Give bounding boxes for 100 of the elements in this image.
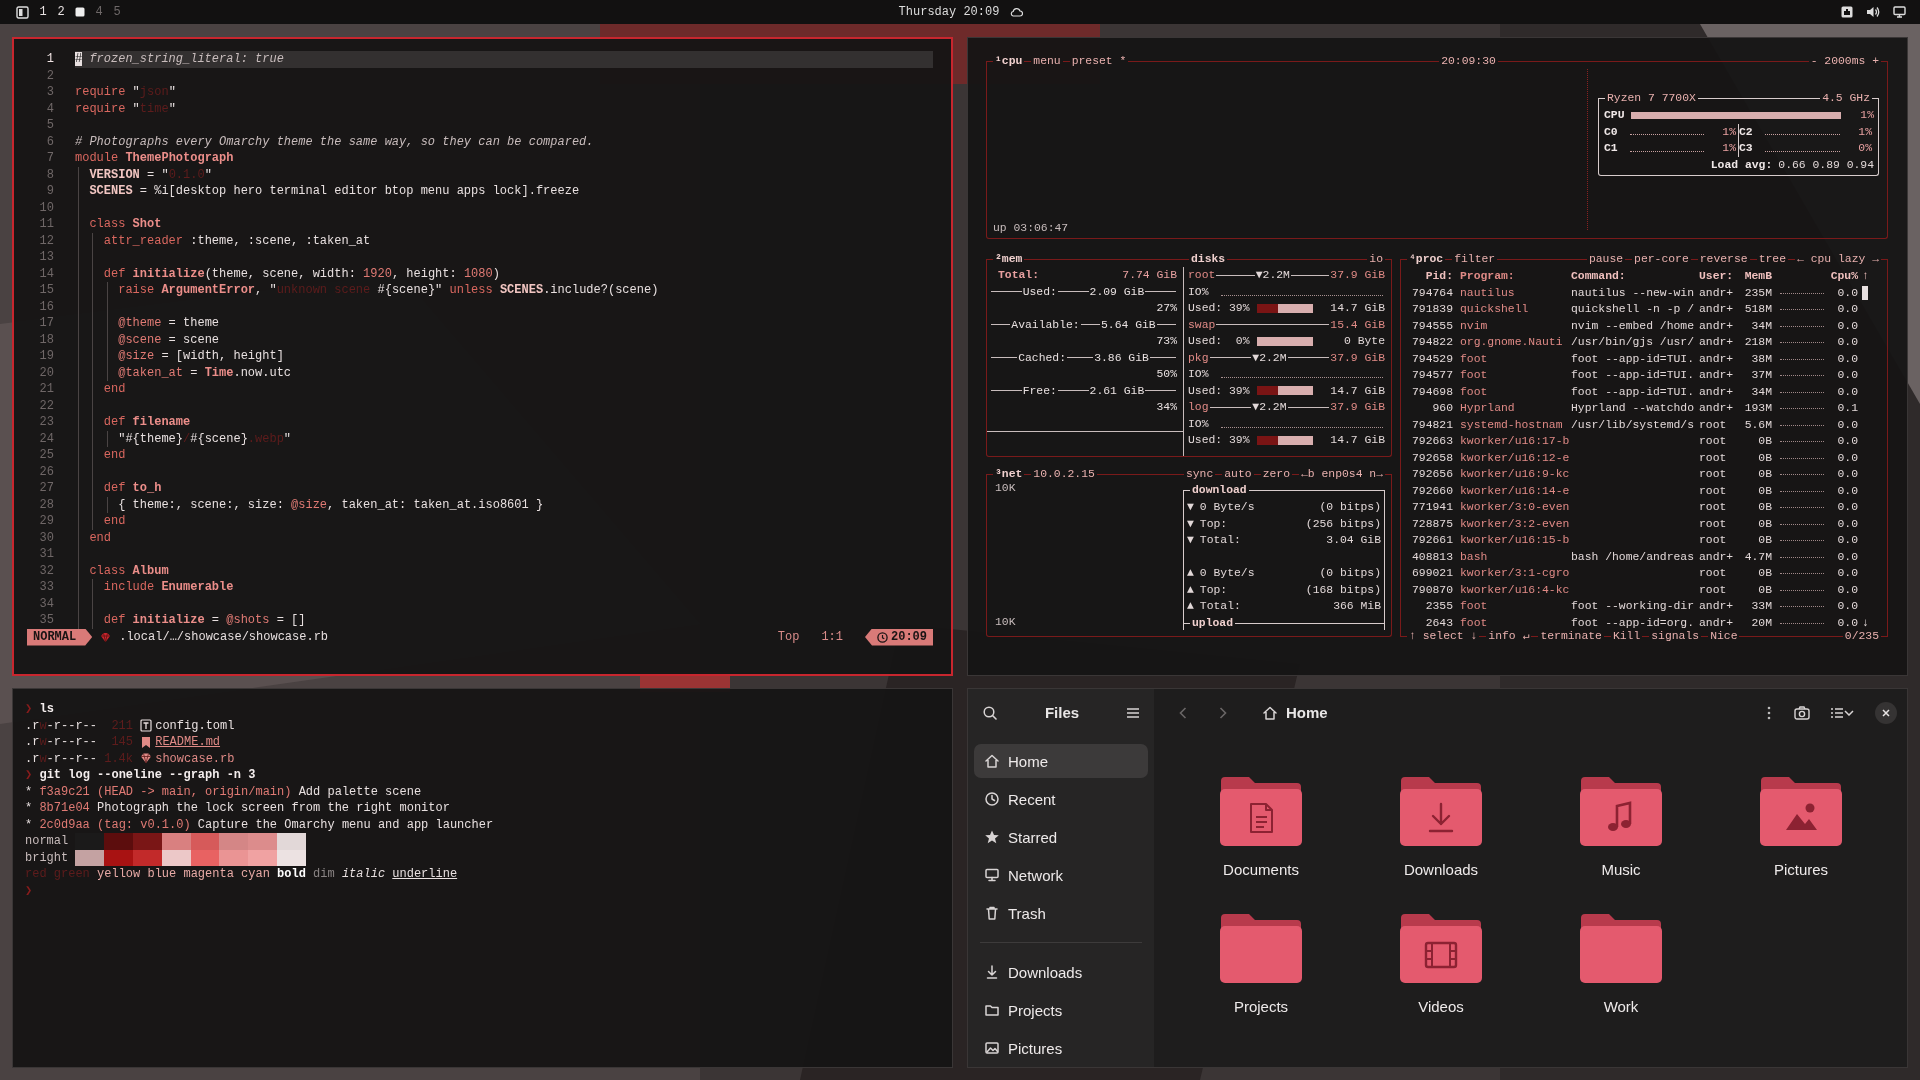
user-cell-text: andr+: [1698, 384, 1735, 400]
more-options-icon[interactable]: [1767, 705, 1771, 720]
action-button[interactable]: terminate: [1538, 629, 1604, 644]
code-line: # Photographs every Omarchy theme the same way, so they can be compared.: [75, 134, 594, 149]
folder-name[interactable]: Downloads: [1403, 861, 1479, 879]
net-option[interactable]: zero: [1260, 467, 1292, 482]
line-number: 4: [45, 100, 54, 117]
permissions-text: .rw-r--r--: [25, 717, 98, 734]
sidebar-item[interactable]: Home: [974, 744, 1148, 778]
action-button[interactable]: ↑ select ↓: [1407, 629, 1480, 644]
cpu-model: Ryzen 7 7700X: [1606, 91, 1697, 106]
sidebar-item[interactable]: Starred: [974, 820, 1148, 854]
terminal-text: ❯ ls: [25, 701, 54, 718]
panel-title[interactable]: ⁴proc: [1407, 252, 1446, 267]
clock-text[interactable]: Thursday 20:09: [898, 5, 1000, 19]
cpu-cell-text: 0.0: [1836, 566, 1858, 581]
action-button[interactable]: signals: [1649, 629, 1702, 644]
scroll-down-arrow[interactable]: ↓: [1858, 614, 1870, 631]
cpu-cell-text: 0.0: [1836, 335, 1858, 350]
proc-option[interactable]: pause: [1586, 252, 1626, 267]
scrollbar-thumb[interactable]: [1862, 285, 1868, 300]
sidebar-item[interactable]: Recent: [974, 782, 1148, 816]
memory-cell-text: 235M: [1743, 285, 1772, 301]
user-header[interactable]: User:: [1696, 268, 1738, 285]
sidebar-item[interactable]: Downloads: [974, 955, 1148, 989]
workspace-number[interactable]: 2: [57, 5, 65, 19]
pid-header[interactable]: Pid:: [1407, 268, 1453, 285]
close-button[interactable]: [1875, 701, 1897, 724]
program-cell-text: kworker/u16:15-b: [1459, 533, 1568, 548]
traffic-label: Total:: [1199, 534, 1241, 547]
folder-document-icon[interactable]: [1219, 775, 1303, 847]
folder-name[interactable]: Pictures: [1773, 861, 1829, 879]
program-header[interactable]: Program:: [1453, 268, 1568, 285]
memory-label: Used:: [1022, 285, 1057, 298]
command-cell-text: nautilus --new-win: [1570, 285, 1696, 301]
sidebar-item[interactable]: Network: [974, 858, 1148, 892]
proc-option[interactable]: reverse: [1697, 252, 1750, 267]
program-cell-text: kworker/u16:4-kc: [1459, 582, 1568, 598]
folder-name[interactable]: Projects: [1233, 998, 1289, 1016]
file-size: 145: [110, 734, 134, 751]
folder-name[interactable]: Documents: [1223, 861, 1299, 879]
action-button[interactable]: Kill: [1610, 629, 1643, 644]
traffic-label: 0 Byte/s: [1199, 567, 1255, 580]
file-name: README.md: [155, 734, 221, 751]
folder-film-icon[interactable]: [1399, 912, 1483, 984]
sidebar-item[interactable]: Projects: [974, 993, 1148, 1027]
action-button[interactable]: Nice: [1708, 629, 1740, 644]
folder-icon[interactable]: [1219, 912, 1303, 984]
filter-button[interactable]: filter: [1452, 252, 1498, 267]
memory-header[interactable]: MemB: [1738, 268, 1772, 285]
proc-option[interactable]: ← cpu lazy →: [1794, 252, 1881, 267]
io-toggle[interactable]: io: [1367, 252, 1385, 267]
scale-label: 10K: [995, 482, 1017, 494]
memory-cell-text: 37M: [1750, 368, 1772, 383]
action-button[interactable]: info ↵: [1486, 629, 1532, 644]
sidebar-item[interactable]: Trash: [974, 896, 1148, 930]
proc-option[interactable]: tree: [1756, 252, 1788, 267]
net-option[interactable]: auto: [1222, 467, 1254, 482]
user-cell-text: root: [1698, 417, 1728, 433]
folder-music-note-icon[interactable]: [1579, 775, 1663, 847]
traffic-label: 0 Byte/s: [1199, 501, 1255, 514]
command-cell-text: foot --app-id=TUI.: [1570, 384, 1696, 400]
net-option[interactable]: ←b enp0s4 n→: [1298, 467, 1385, 482]
folder-image-icon[interactable]: [1759, 775, 1843, 847]
arrow-glyph: ▼: [1187, 517, 1194, 530]
folder-name[interactable]: Videos: [1418, 998, 1464, 1016]
workspace-number[interactable]: 1: [39, 5, 47, 19]
cpu-cell-text: 0.0: [1836, 285, 1858, 301]
cpu-header[interactable]: Cpu%: [1830, 268, 1858, 285]
active-workspace-icon[interactable]: [75, 7, 85, 17]
line-number: 18: [38, 331, 54, 348]
program-cell-text: kworker/3:0-even: [1459, 500, 1568, 515]
net-option[interactable]: sync: [1183, 467, 1216, 482]
permissions-text: .rw-r--r--: [25, 734, 98, 751]
volume-icon[interactable]: [1866, 6, 1880, 18]
path-bar[interactable]: Home: [1254, 696, 1779, 729]
menu-icon[interactable]: [1126, 706, 1140, 719]
network-icon[interactable]: [1841, 6, 1853, 18]
folder-name[interactable]: Music: [1601, 861, 1641, 879]
sidebar-item[interactable]: Pictures: [974, 1031, 1148, 1065]
command-header[interactable]: Command:: [1568, 268, 1696, 285]
program-cell-text: foot: [1459, 384, 1489, 400]
folder-icon[interactable]: [1579, 912, 1663, 984]
used-value: 0 Byte: [1344, 335, 1385, 348]
line-number: 12: [38, 232, 54, 249]
proc-option[interactable]: per-core: [1632, 252, 1691, 267]
folder-name[interactable]: Work: [1603, 998, 1639, 1016]
cpu-cell-text: 0.0: [1836, 434, 1858, 449]
monitor-icon[interactable]: [1893, 6, 1906, 18]
line-number: 34: [38, 595, 54, 612]
menu-tab[interactable]: preset *: [1069, 54, 1129, 69]
folder-download-icon[interactable]: [1399, 775, 1483, 847]
command-cell-text: foot --app-id=org.: [1570, 615, 1696, 631]
menu-tab[interactable]: menu: [1031, 54, 1063, 69]
panel-title[interactable]: ²mem: [993, 252, 1025, 267]
panel-title[interactable]: ³net: [993, 467, 1025, 482]
scroll-up-arrow[interactable]: ↑: [1858, 268, 1870, 285]
interval-control[interactable]: - 2000ms +: [1808, 54, 1881, 69]
search-icon[interactable]: [982, 704, 998, 721]
load-label: Load avg:: [1710, 158, 1773, 171]
